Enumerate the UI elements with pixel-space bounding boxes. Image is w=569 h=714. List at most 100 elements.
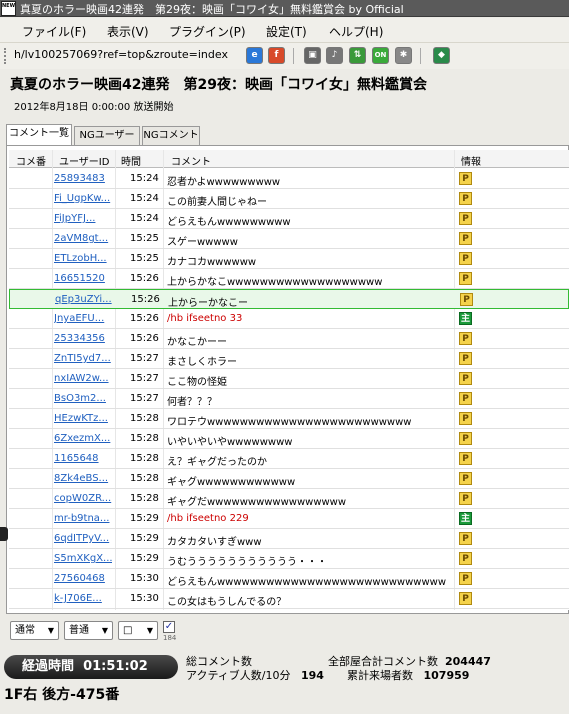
comment-time: 15:26 <box>130 273 159 284</box>
premium-badge-icon: P <box>459 592 472 605</box>
comment-color-select[interactable]: □ ▼ <box>118 621 158 640</box>
table-row[interactable]: FiJpYFJ... 15:24 どらえもんwwwwwwwww P <box>9 209 569 229</box>
table-row[interactable]: ZnTI5yd7... 15:27 まさしくホラー P <box>9 349 569 369</box>
visitors-label: 累計来場者数 <box>347 669 413 682</box>
premium-badge-icon: P <box>459 332 472 345</box>
table-row[interactable]: 1165648 15:28 え？ギャグだったのか P <box>9 449 569 469</box>
user-id-link[interactable]: mr-b9tna... <box>54 513 112 524</box>
table-row[interactable]: 8Zk4eBS... 15:28 ギャグwwwwwwwwwwww P <box>9 469 569 489</box>
comment-text: 何者？？？ <box>167 397 217 408</box>
premium-badge-icon: P <box>459 212 472 225</box>
table-row[interactable]: 25334356 15:26 かなこかーー P <box>9 329 569 349</box>
premium-badge-icon: P <box>459 232 472 245</box>
user-id-link[interactable]: nxIAW2w... <box>54 373 112 384</box>
user-id-link[interactable]: BsO3m2... <box>54 393 112 404</box>
user-id-link[interactable]: 1165648 <box>54 453 112 464</box>
premium-badge-icon: P <box>459 452 472 465</box>
speaker-icon[interactable]: ♪ <box>326 47 343 64</box>
premium-badge-icon: P <box>459 172 472 185</box>
table-row[interactable]: nxIAW2w... 15:27 ここ物の怪姫 P <box>9 369 569 389</box>
table-row[interactable]: mr-b9tna... 15:29/hb ifseetno 229 主 <box>9 509 569 529</box>
table-row[interactable]: 6ZxezmX... 15:28 いやいやいやwwwwwwww P <box>9 429 569 449</box>
user-id-link[interactable]: 25893483 <box>54 173 112 184</box>
table-row[interactable]: 16651520 15:26 上からかなこwwwwwwwwwwwwwwwwwww P <box>9 269 569 289</box>
table-row[interactable]: 27560468 15:30 どらえもんwwwwwwwwwwwwwwwwwwwwww… <box>9 569 569 589</box>
comment-text: ワロテウwwwwwwwwwwwwwwwwwwwwwwwww <box>167 417 412 428</box>
toolbar-grip[interactable] <box>4 48 6 64</box>
menu-view[interactable]: 表示(V) <box>107 23 149 40</box>
table-row[interactable]: JnyaEFU... 15:26/hb ifseetno 33 主 <box>9 309 569 329</box>
header-comment[interactable]: コメント <box>171 153 211 168</box>
header-info[interactable]: 情報 <box>461 153 481 168</box>
table-row[interactable]: S5mXKgX... 15:29 うむううううううううううう・・・ P <box>9 549 569 569</box>
table-row[interactable]: qEp3uZYi... 15:26 上からーかなこー P <box>9 289 569 309</box>
user-id-link[interactable]: 2aVM8gt... <box>54 233 112 244</box>
user-id-link[interactable]: 27560468 <box>54 573 112 584</box>
tab-ng-comments[interactable]: NGコメント <box>142 126 200 145</box>
table-row[interactable]: ETLzobH... 15:25 カナコカwwwwww P <box>9 249 569 269</box>
user-id-link[interactable]: 25334356 <box>54 333 112 344</box>
ie-icon[interactable]: e <box>246 47 263 64</box>
table-row[interactable]: BsO3m2... 15:27 何者？？？ P <box>9 389 569 409</box>
camera-icon[interactable]: ▣ <box>304 47 321 64</box>
network-icon[interactable]: ⇅ <box>349 47 366 64</box>
program-start-time: 2012年8月18日 0:00:00 放送開始 <box>14 102 174 113</box>
user-id-link[interactable]: ZnTI5yd7... <box>54 353 112 364</box>
comment-time: 15:28 <box>130 453 159 464</box>
firefox-icon[interactable]: f <box>268 47 285 64</box>
comment-time: 15:26 <box>130 333 159 344</box>
elapsed-value: 01:51:02 <box>83 659 148 674</box>
user-id-link[interactable]: 16651520 <box>54 273 112 284</box>
active-users-label: アクティブ人数/10分 <box>186 669 291 682</box>
user-id-link[interactable]: JnyaEFU... <box>54 313 112 324</box>
menu-settings[interactable]: 設定(T) <box>266 23 307 40</box>
table-row[interactable]: copW0ZR... 15:28 ギャグだwwwwwwwwwwwwwwwww P <box>9 489 569 509</box>
table-row[interactable]: k-J706E... 15:30 この女はもうしんでるの？ P <box>9 589 569 609</box>
elapsed-time-display: 経過時間 01:51:02 <box>4 655 178 679</box>
user-id-link[interactable]: k-J706E... <box>54 593 112 604</box>
user-id-link[interactable]: HEzwKTz... <box>54 413 112 424</box>
user-id-link[interactable]: ETLzobH... <box>54 253 112 264</box>
user-id-link[interactable]: FiJpYFJ... <box>54 213 112 224</box>
user-id-link[interactable]: 6ZxezmX... <box>54 433 112 444</box>
user-id-link[interactable]: qEp3uZYi... <box>55 294 113 305</box>
anonymous-184-label: 184 <box>163 634 177 642</box>
header-time[interactable]: 時間 <box>121 153 141 168</box>
user-id-link[interactable]: 8Zk4eBS... <box>54 473 112 484</box>
header-user-id[interactable]: ユーザーID <box>59 153 109 168</box>
anonymous-184-checkbox[interactable]: ✓ <box>163 621 175 633</box>
table-row[interactable]: 25893483 15:24 忍者かよwwwwwwwww P <box>9 169 569 189</box>
user-id-link[interactable]: 6qdITPyV... <box>54 533 112 544</box>
premium-badge-icon: P <box>459 552 472 565</box>
comment-time: 15:25 <box>130 253 159 264</box>
user-id-link[interactable]: S5mXKgX... <box>54 553 112 564</box>
comment-text: どらえもんwwwwwwwwwwwwwwwwwwwwwwwwwwww <box>167 577 447 588</box>
menu-file[interactable]: ファイル(F) <box>22 23 86 40</box>
on-icon[interactable]: ON <box>372 47 389 64</box>
comment-mode-select[interactable]: 通常 ▼ <box>10 621 59 640</box>
header-number[interactable]: コメ番 <box>16 153 46 168</box>
live-url[interactable]: h/lv100257069?ref=top&zroute=index <box>14 48 228 61</box>
comment-text: いやいやいやwwwwwwww <box>167 437 293 448</box>
menu-help[interactable]: ヘルプ(H) <box>329 23 383 40</box>
comment-time: 15:27 <box>130 373 159 384</box>
tab-ng-users[interactable]: NGユーザー <box>74 126 140 145</box>
user-id-link[interactable]: copW0ZR... <box>54 493 112 504</box>
menu-plugin[interactable]: プラグイン(P) <box>169 23 246 40</box>
comment-text: この女はもうしんでるの？ <box>167 597 287 608</box>
plugin-icon[interactable]: ◆ <box>433 47 450 64</box>
user-id-link[interactable]: Fi_UgpKw... <box>54 193 112 204</box>
table-row[interactable]: Fi_UgpKw... 15:24 この前妻人間じゃねー P <box>9 189 569 209</box>
table-row[interactable]: HEzwKTz... 15:28 ワロテウwwwwwwwwwwwwwwwwwwwww… <box>9 409 569 429</box>
table-row[interactable]: 6qdITPyV... 15:29 カタカタいすぎwww P <box>9 529 569 549</box>
comment-size-select[interactable]: 普通 ▼ <box>64 621 113 640</box>
premium-badge-icon: P <box>459 372 472 385</box>
side-marker <box>0 527 8 541</box>
comment-text: 上からかなこwwwwwwwwwwwwwwwwwww <box>167 277 383 288</box>
comment-mode-value: 通常 <box>15 625 35 636</box>
tab-comment-list[interactable]: コメント一覧 <box>6 124 72 145</box>
visitors-value: 107959 <box>423 669 470 682</box>
table-row[interactable]: 2aVM8gt... 15:25 スゲーwwwww P <box>9 229 569 249</box>
settings-icon[interactable]: ✱ <box>395 47 412 64</box>
owner-badge-icon: 主 <box>459 512 472 525</box>
